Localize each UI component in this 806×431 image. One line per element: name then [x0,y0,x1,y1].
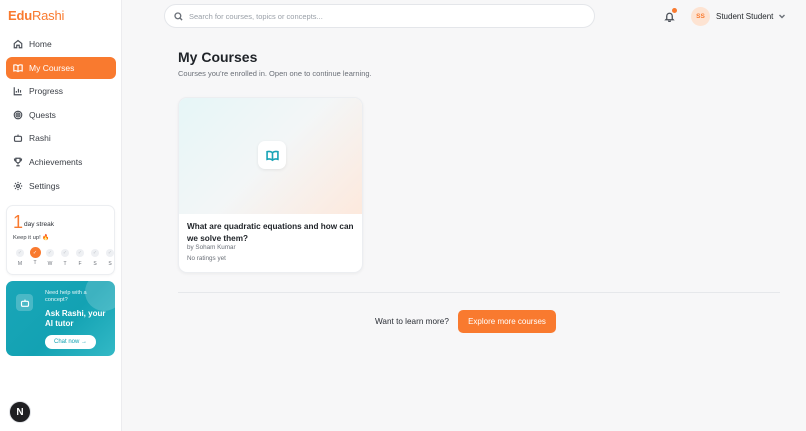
streak-card: 1 day streak Keep it up! 🔥 ✓ M ✓ T ✓ W ✓ T ✓… [6,205,115,275]
sidebar-item-achievements[interactable]: Achievements [6,151,116,173]
arrow-right-icon: → [81,339,88,345]
sidebar-item-settings[interactable]: Settings [6,175,116,197]
sidebar-item-my-courses[interactable]: My Courses [6,56,116,79]
streak-day: ✓ W [45,249,55,267]
day-letter: M [17,261,23,267]
trophy-icon [13,157,23,167]
streak-day: ✓ M [15,249,25,267]
search-icon [174,11,183,21]
sidebar-item-quests[interactable]: Quests [6,104,116,126]
notification-badge [672,8,677,13]
learn-more-prompt: Want to learn more? [375,317,449,326]
tutor-title: Ask Rashi, your AI tutor [45,309,106,328]
explore-courses-button[interactable]: Explore more courses [458,310,556,333]
bot-icon [16,294,33,311]
sidebar-item-rashi[interactable]: Rashi [6,127,116,149]
sidebar-item-home[interactable]: Home [6,33,116,55]
notifications-button[interactable] [664,8,677,23]
day-dot: ✓ [76,249,84,257]
chart-icon [13,86,23,96]
streak-message-text: Keep it up! [13,235,41,241]
day-dot-done: ✓ [29,247,41,258]
streak-count: 1 [13,212,24,232]
day-dot: ✓ [106,249,114,257]
streak-label: day streak [24,221,54,228]
day-dot: ✓ [16,249,24,257]
streak-day: ✓ F [75,249,85,267]
chevron-down-icon [779,14,786,19]
course-rating: No ratings yet [187,255,226,262]
dev-avatar-button[interactable]: N [9,401,31,423]
divider [178,292,780,293]
sidebar-nav: Home My Courses Progress Quests Rashi Ac… [6,33,116,198]
sidebar-item-label: Progress [29,86,64,97]
search-input[interactable] [189,11,569,21]
day-letter: S [93,261,97,267]
sidebar-item-label: Rashi [29,133,51,144]
search-bar[interactable] [164,4,595,28]
day-letter: W [47,261,53,267]
sidebar: EduRashi Home My Courses Progress Quests… [0,0,122,431]
chat-now-button[interactable]: Chat now → [45,335,96,349]
sidebar-item-label: My Courses [29,62,75,73]
target-icon [13,110,23,120]
sidebar-item-label: Quests [29,109,56,120]
tutor-question: Need help with a concept? [45,290,87,303]
app-logo[interactable]: EduRashi [8,8,64,23]
sidebar-item-progress[interactable]: Progress [6,80,116,102]
fire-icon: 🔥 [42,235,50,241]
sidebar-item-label: Achievements [29,156,83,167]
streak-day: ✓ T [60,249,70,267]
course-author: by Soham Kumar [187,244,236,251]
streak-day: ✓ T [29,247,41,267]
streak-day: ✓ S [90,249,100,267]
logo-part-edu: Edu [8,8,32,23]
day-letter: F [78,261,82,267]
avatar: SS [691,6,710,26]
page-title: My Courses [178,49,258,65]
bot-icon [13,133,23,143]
day-letter: T [33,260,37,266]
sidebar-item-label: Settings [29,180,60,191]
ai-tutor-card: Need help with a concept? Ask Rashi, you… [6,281,115,356]
streak-days: ✓ M ✓ T ✓ W ✓ T ✓ F ✓ S ✓ S [15,247,115,267]
book-icon [13,63,23,73]
course-title: What are quadratic equations and how can… [187,222,354,243]
streak-message: Keep it up! 🔥 [13,235,50,241]
page-subtitle: Courses you're enrolled in. Open one to … [178,69,372,78]
streak-day: ✓ S [105,249,115,267]
open-book-icon [258,141,286,169]
sidebar-item-label: Home [29,39,52,49]
day-dot: ✓ [61,249,69,257]
user-name: Student Student [716,11,774,21]
course-card[interactable]: What are quadratic equations and how can… [178,97,363,273]
day-letter: S [108,261,112,267]
day-dot: ✓ [46,249,54,257]
gear-icon [13,181,23,191]
home-icon [13,39,23,49]
day-dot: ✓ [91,249,99,257]
logo-part-rashi: Rashi [31,8,65,23]
day-letter: T [63,261,67,267]
chat-now-label: Chat now [53,339,80,345]
user-menu[interactable]: SS Student Student [691,6,786,26]
